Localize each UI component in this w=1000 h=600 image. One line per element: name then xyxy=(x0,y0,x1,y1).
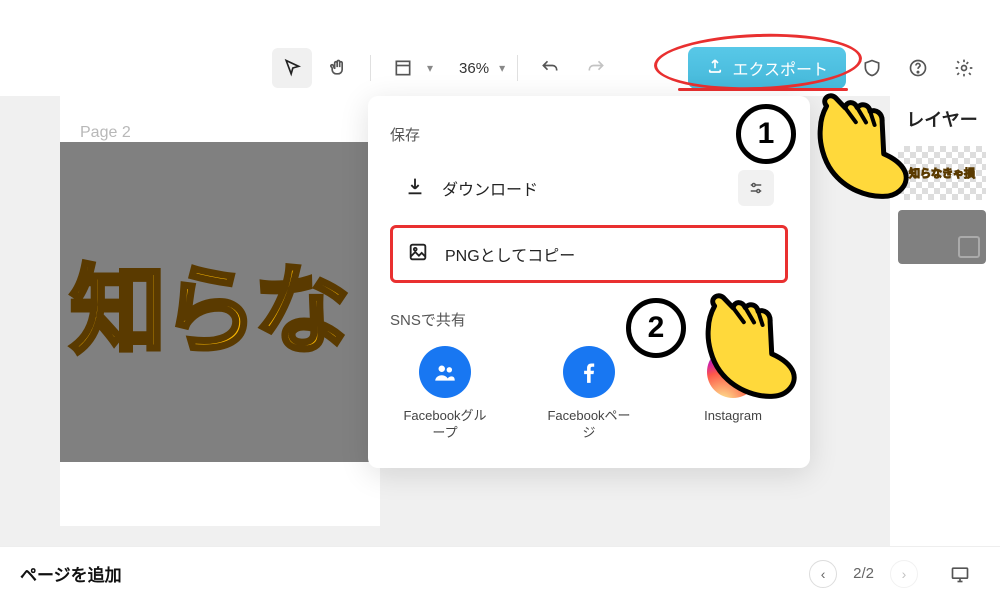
shield-icon xyxy=(862,58,882,78)
layers-panel: レイヤー 知らなきゃ損 xyxy=(890,96,994,546)
frame-icon xyxy=(393,58,413,78)
redo-button[interactable] xyxy=(576,48,616,88)
download-label: ダウンロード xyxy=(442,176,722,200)
instagram-icon xyxy=(707,346,759,398)
present-icon xyxy=(950,564,970,584)
artwork-text: 知らな xyxy=(70,233,346,372)
canvas[interactable]: Page 2 知らな xyxy=(60,96,380,526)
artwork[interactable]: 知らな xyxy=(60,142,380,462)
export-popover: 保存 ダウンロード PNGとしてコピー SNSで共有 Facebookグループ … xyxy=(368,96,810,468)
layer-thumb-2[interactable] xyxy=(898,210,986,264)
copy-png-label: PNGとしてコピー xyxy=(445,242,771,266)
layers-title: レイヤー xyxy=(890,96,994,146)
share-instagram[interactable]: Instagram xyxy=(686,346,780,442)
share-label: Facebookページ xyxy=(542,408,636,442)
upload-icon xyxy=(706,57,724,80)
hand-icon xyxy=(328,58,348,78)
top-toolbar: ▾ 36% ▾ エクスポート xyxy=(0,40,1000,96)
image-icon xyxy=(407,241,429,268)
settings-button[interactable] xyxy=(944,48,984,88)
download-settings-button[interactable] xyxy=(738,170,774,206)
redo-icon xyxy=(586,58,606,78)
prev-page-button[interactable]: ‹ xyxy=(809,560,837,588)
shield-button[interactable] xyxy=(852,48,892,88)
frame-tool[interactable] xyxy=(383,48,423,88)
share-facebook-page[interactable]: Facebookページ xyxy=(542,346,636,442)
download-row[interactable]: ダウンロード xyxy=(390,159,788,217)
download-icon xyxy=(404,175,426,202)
separator xyxy=(370,55,371,81)
undo-button[interactable] xyxy=(530,48,570,88)
cursor-icon xyxy=(282,58,302,78)
present-button[interactable] xyxy=(940,554,980,594)
next-page-button[interactable]: › xyxy=(890,560,918,588)
share-section-title: SNSで共有 xyxy=(390,309,788,330)
page-indicator: 2/2 xyxy=(853,565,874,582)
save-section-title: 保存 xyxy=(390,124,788,145)
chevron-down-icon[interactable]: ▾ xyxy=(427,61,433,75)
chevron-down-icon[interactable]: ▾ xyxy=(499,61,505,75)
pager: ‹ 2/2 › xyxy=(809,560,918,588)
hand-tool[interactable] xyxy=(318,48,358,88)
facebook-icon xyxy=(563,346,615,398)
share-facebook-group[interactable]: Facebookグループ xyxy=(398,346,492,442)
help-icon xyxy=(908,58,928,78)
share-label: Instagram xyxy=(704,408,762,425)
layer-thumb-1[interactable]: 知らなきゃ損 xyxy=(898,146,986,200)
export-label: エクスポート xyxy=(732,56,828,80)
footer: ページを追加 ‹ 2/2 › xyxy=(0,546,1000,600)
select-tool[interactable] xyxy=(272,48,312,88)
facebook-group-icon xyxy=(419,346,471,398)
add-page-button[interactable]: ページを追加 xyxy=(20,561,122,586)
separator xyxy=(517,55,518,81)
share-label: Facebookグループ xyxy=(398,408,492,442)
copy-png-row[interactable]: PNGとしてコピー xyxy=(390,225,788,283)
export-button[interactable]: エクスポート xyxy=(688,47,846,89)
zoom-level[interactable]: 36% xyxy=(453,60,495,77)
undo-icon xyxy=(540,58,560,78)
gear-icon xyxy=(954,58,974,78)
help-button[interactable] xyxy=(898,48,938,88)
page-label: Page 2 xyxy=(80,124,131,142)
